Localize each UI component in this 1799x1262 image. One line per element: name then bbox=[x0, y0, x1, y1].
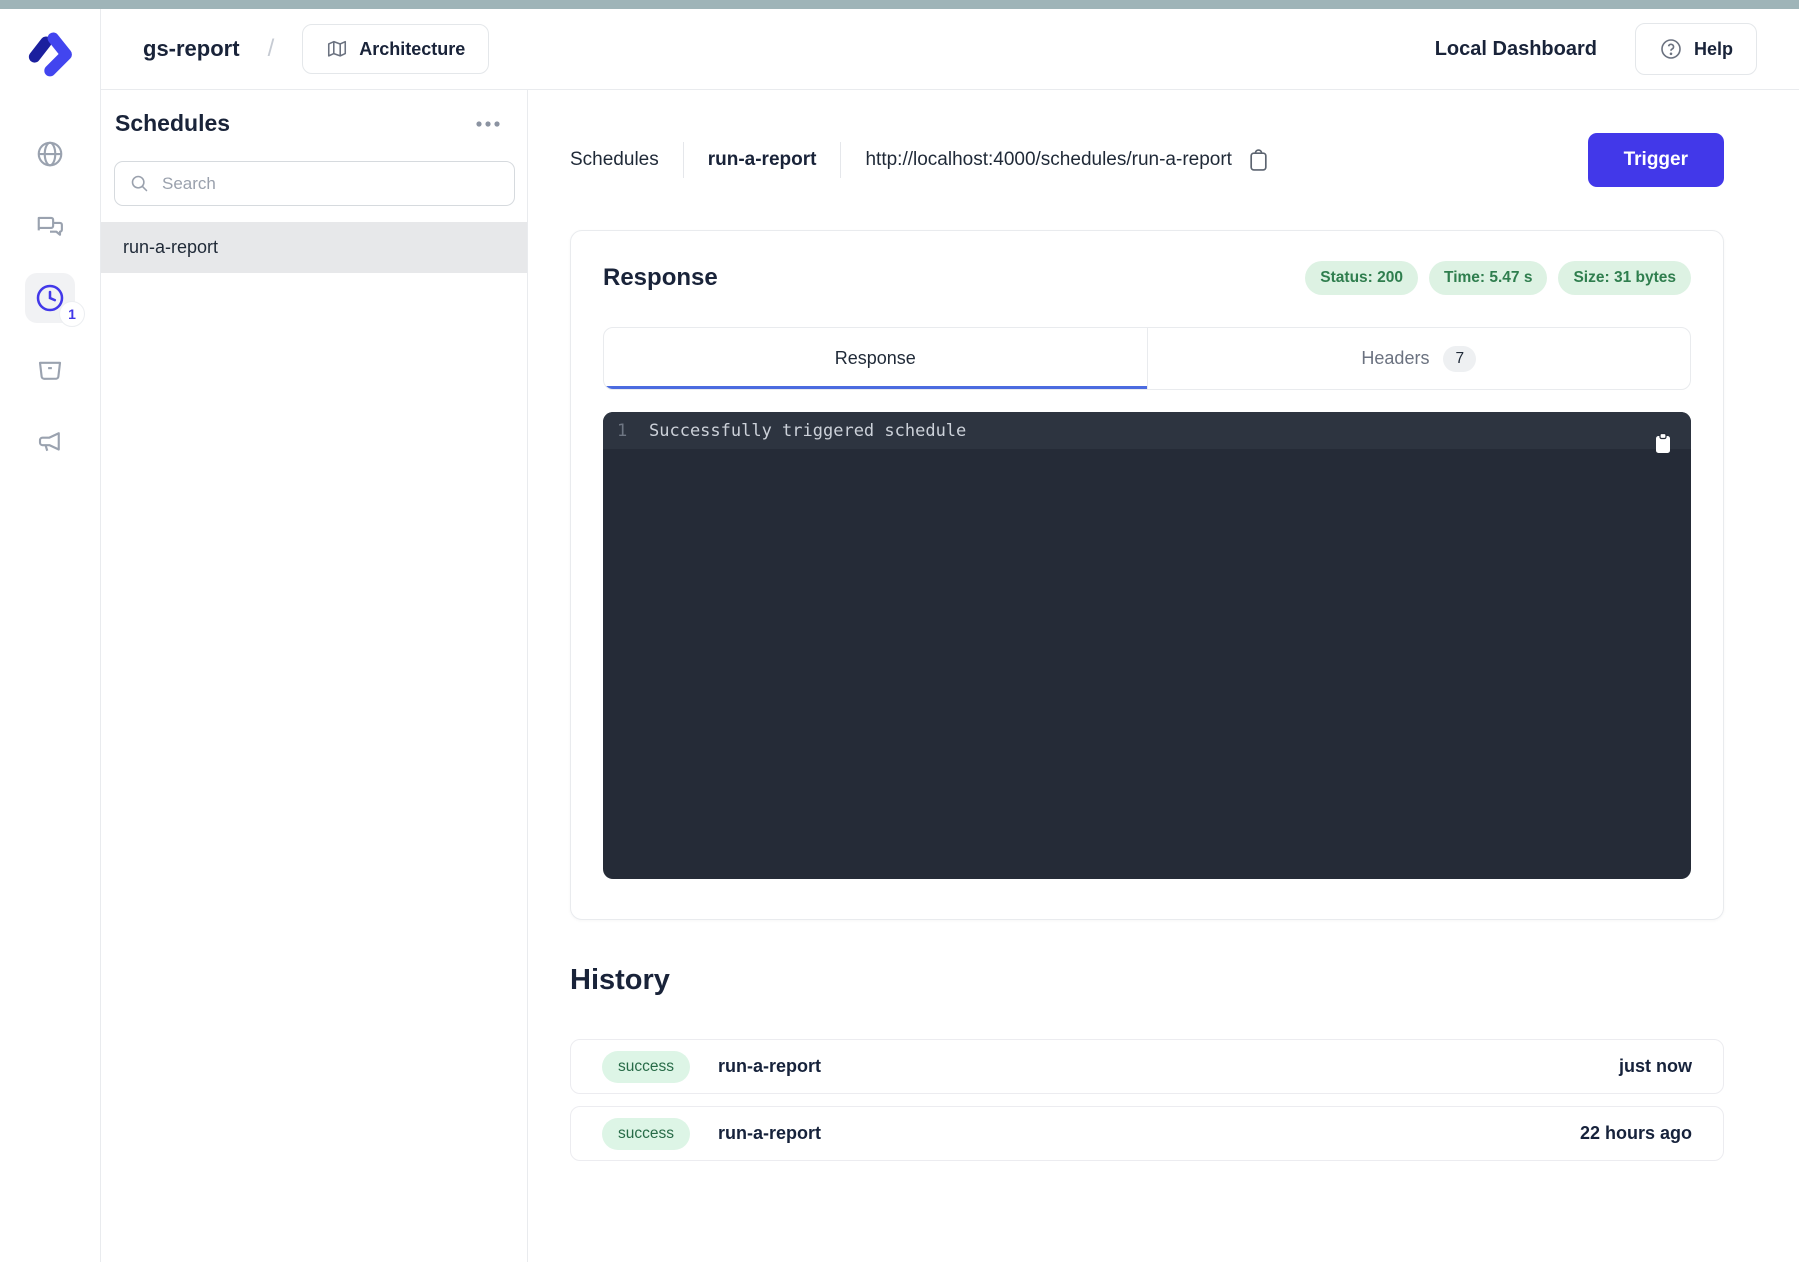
trigger-button[interactable]: Trigger bbox=[1588, 133, 1724, 187]
copy-response-button[interactable] bbox=[1653, 432, 1673, 456]
time-badge: Time: 5.47 s bbox=[1429, 261, 1547, 295]
history-list: success run-a-report just now success ru… bbox=[570, 1039, 1724, 1161]
breadcrumb-divider bbox=[840, 142, 841, 178]
breadcrumb-schedule-name: run-a-report bbox=[708, 149, 817, 171]
encore-logo[interactable] bbox=[20, 21, 80, 83]
copy-icon bbox=[1653, 432, 1673, 456]
rail-item-storage[interactable] bbox=[25, 345, 75, 395]
response-tabs: Response Headers 7 bbox=[603, 327, 1691, 390]
megaphone-icon bbox=[35, 427, 65, 457]
history-row[interactable]: success run-a-report 22 hours ago bbox=[570, 1106, 1724, 1161]
history-status-badge: success bbox=[602, 1051, 690, 1083]
history-status-badge: success bbox=[602, 1118, 690, 1150]
app-name: gs-report bbox=[143, 36, 240, 62]
rail-nav: 1 bbox=[25, 129, 75, 467]
schedule-search bbox=[114, 161, 515, 206]
status-badge: Status: 200 bbox=[1305, 261, 1418, 295]
globe-icon bbox=[35, 139, 65, 169]
schedules-panel-title: Schedules bbox=[115, 110, 230, 137]
schedules-panel: Schedules run-a-report bbox=[101, 90, 528, 1262]
rail-item-apis[interactable] bbox=[25, 129, 75, 179]
tab-headers-label: Headers bbox=[1361, 348, 1429, 369]
architecture-button-label: Architecture bbox=[359, 39, 465, 60]
panel-menu-button[interactable] bbox=[469, 114, 507, 134]
response-body-viewer: 1 Successfully triggered schedule bbox=[603, 412, 1691, 879]
code-line: 1 Successfully triggered schedule bbox=[603, 412, 1691, 449]
schedule-list: run-a-report bbox=[101, 222, 527, 273]
encore-logo-icon bbox=[24, 24, 76, 80]
history-title: History bbox=[570, 964, 1724, 997]
question-circle-icon bbox=[1659, 37, 1683, 61]
copy-url-button[interactable] bbox=[1248, 149, 1269, 172]
line-number: 1 bbox=[603, 421, 649, 441]
breadcrumb-divider bbox=[683, 142, 684, 178]
main-content: Schedules run-a-report http://localhost:… bbox=[528, 90, 1799, 1262]
tab-headers[interactable]: Headers 7 bbox=[1147, 328, 1691, 389]
bucket-icon bbox=[35, 355, 65, 385]
breadcrumb-section: Schedules bbox=[570, 149, 659, 171]
size-badge: Size: 31 bytes bbox=[1558, 261, 1691, 295]
top-header: gs-report / Architecture Local Dashboard… bbox=[101, 9, 1799, 90]
search-input[interactable] bbox=[162, 174, 500, 194]
response-body-text: Successfully triggered schedule bbox=[649, 421, 966, 441]
response-card: Response Status: 200 Time: 5.47 s Size: … bbox=[570, 230, 1724, 920]
history-schedule-name: run-a-report bbox=[718, 1056, 821, 1077]
dashboard-title: Local Dashboard bbox=[1435, 38, 1597, 61]
search-icon bbox=[129, 173, 150, 194]
breadcrumb: Schedules run-a-report http://localhost:… bbox=[570, 133, 1724, 187]
ellipsis-icon bbox=[475, 120, 501, 128]
schedule-item-label: run-a-report bbox=[123, 237, 218, 258]
history-timestamp: just now bbox=[1619, 1056, 1692, 1077]
architecture-button[interactable]: Architecture bbox=[302, 24, 489, 74]
tab-response[interactable]: Response bbox=[604, 328, 1147, 389]
chat-bubbles-icon bbox=[35, 211, 65, 241]
map-icon bbox=[326, 38, 348, 60]
clipboard-icon bbox=[1248, 149, 1269, 172]
response-card-title: Response bbox=[603, 264, 718, 292]
schedule-list-item[interactable]: run-a-report bbox=[101, 222, 527, 273]
headers-count-badge: 7 bbox=[1443, 346, 1476, 372]
help-button-label: Help bbox=[1694, 39, 1733, 60]
rail-item-schedules[interactable]: 1 bbox=[25, 273, 75, 323]
history-schedule-name: run-a-report bbox=[718, 1123, 821, 1144]
help-button[interactable]: Help bbox=[1635, 23, 1757, 75]
history-row[interactable]: success run-a-report just now bbox=[570, 1039, 1724, 1094]
response-badges: Status: 200 Time: 5.47 s Size: 31 bytes bbox=[1305, 261, 1691, 295]
schedule-url: http://localhost:4000/schedules/run-a-re… bbox=[865, 149, 1232, 171]
top-accent-strip bbox=[0, 0, 1799, 9]
icon-rail: 1 bbox=[0, 9, 101, 1262]
rail-item-announce[interactable] bbox=[25, 417, 75, 467]
rail-item-messages[interactable] bbox=[25, 201, 75, 251]
header-separator: / bbox=[268, 35, 275, 63]
history-timestamp: 22 hours ago bbox=[1580, 1123, 1692, 1144]
schedules-count-badge: 1 bbox=[59, 301, 85, 327]
tab-response-label: Response bbox=[835, 348, 916, 369]
